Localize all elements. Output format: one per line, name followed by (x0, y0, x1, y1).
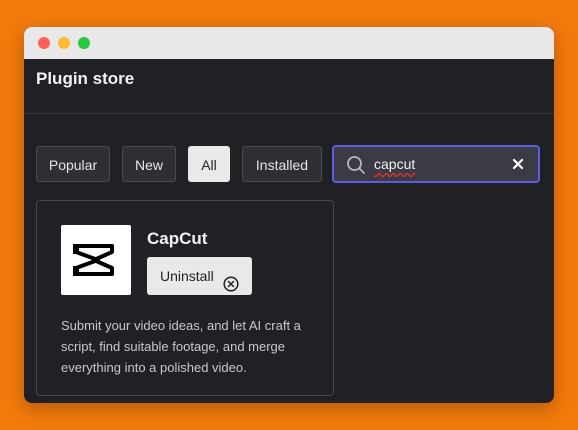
uninstall-button-label: Uninstall (160, 268, 214, 284)
title-bar (24, 27, 554, 59)
search-input[interactable]: capcut (332, 145, 540, 183)
minimize-window-button[interactable] (58, 37, 70, 49)
plugin-store-window: Plugin store Popular New All Installed c… (24, 27, 554, 403)
plugin-card[interactable]: CapCut Uninstall Submit your video ideas… (36, 200, 334, 396)
maximize-window-button[interactable] (78, 37, 90, 49)
close-icon[interactable] (510, 156, 526, 172)
filter-new-button[interactable]: New (122, 146, 176, 182)
close-window-button[interactable] (38, 37, 50, 49)
header: Plugin store (24, 59, 554, 114)
circle-x-icon (223, 268, 239, 292)
search-value[interactable]: capcut (374, 156, 415, 172)
search-icon (346, 155, 366, 175)
page-title: Plugin store (36, 69, 135, 88)
filter-installed-button[interactable]: Installed (242, 146, 322, 182)
plugin-description: Submit your video ideas, and let AI craf… (61, 318, 301, 375)
capcut-logo (61, 225, 131, 295)
filter-all-button[interactable]: All (188, 146, 230, 182)
capcut-logo-icon (73, 244, 114, 276)
plugin-name: CapCut (147, 229, 208, 248)
filter-popular-button[interactable]: Popular (36, 146, 110, 182)
uninstall-button[interactable]: Uninstall (147, 257, 252, 295)
